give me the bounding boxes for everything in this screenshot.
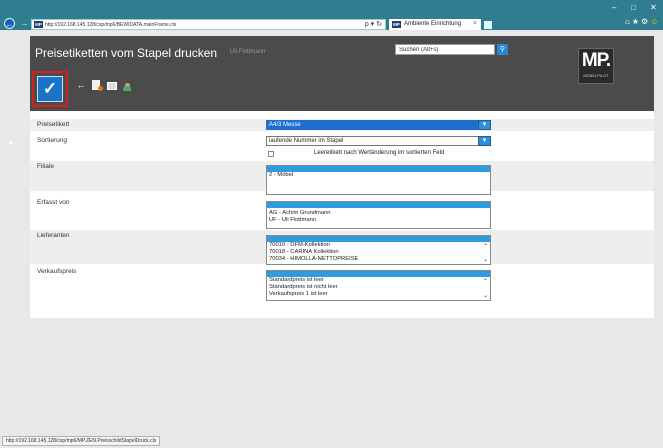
scroll-up-icon[interactable]: ⌃ [481,278,490,285]
search-refresh-icon[interactable]: ρ ▾ ↻ [365,20,382,28]
sortierung-label: Sortierung [37,137,67,144]
preisetikett-value: A4/3 Messe [269,122,301,128]
filiale-listbox[interactable]: 2 - Möbel [266,165,491,195]
list-item[interactable]: 70034 - HIMOLLA-NETTOPREISE [267,256,490,263]
lieferanten-scrollbar[interactable]: ⌃ ⌄ [481,242,490,264]
chevron-down-icon[interactable]: ▼ [478,120,491,130]
status-bar: http://192.168.145.128/csp/mp6/MP.ZEN.Pr… [2,436,161,446]
sidebar-expand-icon[interactable]: ▶ [9,139,14,146]
window-maximize-icon[interactable]: □ [631,3,636,12]
register-icon[interactable] [106,78,118,92]
leeretikett-option: Leeretikett nach Wertänderung im sortier… [266,149,496,159]
lieferanten-label: Lieferanten [37,232,70,239]
list-item[interactable]: 70010 - DFM-Kollektion [267,242,490,249]
list-item[interactable]: Standardpreis ist leer [267,277,490,284]
list-item[interactable]: Standardpreis ist nicht leer [267,284,490,291]
verkaufspreis-label: Verkaufspreis [37,268,77,275]
list-item[interactable]: 70018 - CARINA Kollektion [267,249,490,256]
verkaufspreis-listbox[interactable]: Standardpreis ist leer Standardpreis ist… [266,270,491,301]
search-icon[interactable]: ⚲ [497,44,508,55]
back-arrow-icon[interactable]: ← [75,78,87,92]
confirm-checkmark-button[interactable]: ✓ [37,76,63,102]
scroll-down-icon[interactable]: ⌄ [481,292,490,299]
moebelpilot-logo: MP. MÖBELPILOT [578,48,614,84]
address-url[interactable]: http://192.168.145.128/csp/mp6/BEWIDATA.… [45,22,176,28]
search-box[interactable] [395,44,495,55]
logo-subtext: MÖBELPILOT [583,73,609,78]
confirm-highlight: ✓ [32,71,68,107]
list-item[interactable]: UF - Uli Flottmann [267,217,490,224]
document-edit-icon[interactable] [90,78,103,92]
user-name: Uli Flottmann [230,49,266,55]
browser-back-button[interactable]: ← [4,18,15,29]
scroll-up-icon[interactable]: ⌃ [481,243,490,250]
page: ▶ Preisetiketten vom Stapel drucken Uli … [0,30,663,436]
lieferanten-listbox[interactable]: 70010 - DFM-Kollektion 70018 - CARINA Ko… [266,235,491,265]
feedback-smiley-icon[interactable]: ☺ [650,17,660,26]
search-input[interactable] [396,45,494,54]
scroll-down-icon[interactable]: ⌄ [481,256,490,263]
status-url: http://192.168.145.128/csp/mp6/MP.ZEN.Pr… [6,438,157,444]
verkaufspreis-scrollbar[interactable]: ⌃ ⌄ [481,277,490,300]
list-item[interactable]: AG - Achim Grundmann [267,208,490,217]
row-preisetikett: Preisetikett A4/3 Messe ▼ [30,119,654,131]
new-tab-button[interactable] [484,21,492,29]
filiale-label: Filiale [37,163,54,170]
preisetikett-label: Preisetikett [37,121,70,128]
erfasst-von-label: Erfasst von [37,199,70,206]
browser-tab[interactable]: MP Ambiente Einrichtung × [389,19,481,30]
browser-chrome: ← → MP http://192.168.145.128/csp/mp6/BE… [0,0,663,30]
sortierung-select[interactable]: laufende Nummer im Stapel ▼ [266,136,491,146]
sortierung-value: laufende Nummer im Stapel [269,138,344,144]
user-assign-icon[interactable] [121,78,133,92]
list-item[interactable]: Verkaufspreis 1 ist leer [267,291,490,298]
leeretikett-label: Leeretikett nach Wertänderung im sortier… [314,150,445,156]
tab-favicon-icon: MP [392,21,401,28]
favorites-star-icon[interactable]: ★ [632,17,641,26]
erfasst-von-listbox[interactable]: AG - Achim Grundmann UF - Uli Flottmann [266,201,491,229]
preisetikett-select[interactable]: A4/3 Messe ▼ [266,120,491,130]
header-banner: Preisetiketten vom Stapel drucken Uli Fl… [30,36,654,111]
page-title: Preisetiketten vom Stapel drucken [35,46,218,60]
window-minimize-icon[interactable]: – [612,3,616,12]
leeretikett-checkbox[interactable] [268,151,274,157]
logo-text: MP. [581,50,611,71]
list-item[interactable]: 2 - Möbel [267,172,490,179]
window-close-icon[interactable]: ✕ [650,3,657,12]
print-form: Preisetikett A4/3 Messe ▼ Sortierung lau… [30,111,654,318]
chevron-down-icon[interactable]: ▼ [478,136,491,146]
tab-close-icon[interactable]: × [473,20,477,27]
row-sortierung: Sortierung laufende Nummer im Stapel ▼ [30,135,654,147]
browser-forward-button[interactable]: → [19,18,30,29]
address-bar[interactable]: MP http://192.168.145.128/csp/mp6/BEWIDA… [31,19,386,30]
home-icon[interactable]: ⌂ [625,17,632,26]
settings-gear-icon[interactable]: ⚙ [641,17,650,26]
browser-toolbar-icons: ⌂★⚙☺ [625,17,660,26]
tab-title: Ambiente Einrichtung [404,21,462,27]
site-favicon-icon: MP [34,21,43,28]
